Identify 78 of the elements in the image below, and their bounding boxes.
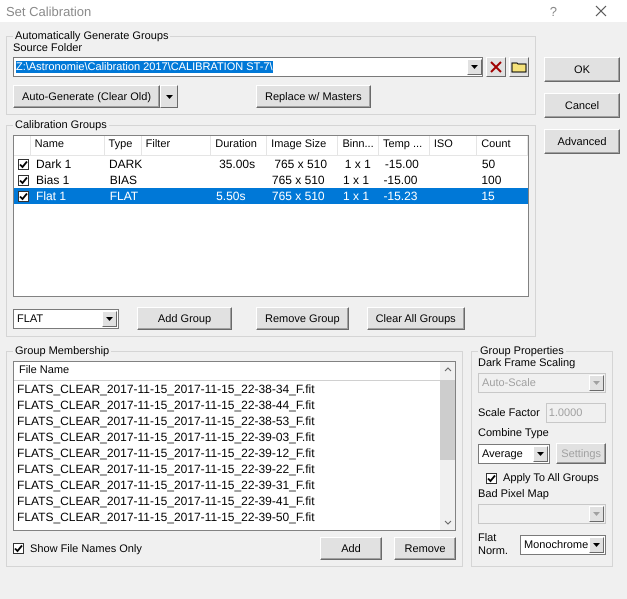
- checkbox-label[interactable]: Show File Names Only: [30, 542, 142, 554]
- column-header[interactable]: Duration: [211, 136, 268, 155]
- table-cell: 50: [482, 157, 496, 171]
- dialog-button[interactable]: OK: [544, 57, 620, 82]
- clear-icon[interactable]: [486, 57, 506, 77]
- source-folder-field[interactable]: Z:\Astronomie\Calibration 2017\CALIBRATION ST-7\: [13, 57, 483, 77]
- table-cell: 100: [481, 173, 502, 187]
- table-cell: 15: [481, 189, 495, 203]
- field-label: Dark Frame Scaling: [478, 357, 576, 369]
- group-button[interactable]: Add Group: [137, 307, 232, 330]
- table-row[interactable]: Flat 1 FLAT 5.50s 765 x 510 1 x 1 -15.23 15: [14, 188, 528, 204]
- table-cell: Dark 1: [36, 157, 72, 171]
- table-cell: DARK: [108, 157, 142, 171]
- file-item[interactable]: FLATS_CLEAR_2017-11-15_2017-11-15_22-39-41_F.fit: [14, 493, 440, 509]
- file-item[interactable]: FLATS_CLEAR_2017-11-15_2017-11-15_22-39-12_F.fit: [14, 445, 440, 461]
- table-cell: 1 x 1: [343, 173, 370, 187]
- table-row[interactable]: Bias 1 BIAS 765 x 510 1 x 1 -15.00 100: [14, 172, 528, 188]
- checkbox[interactable]: [18, 174, 28, 186]
- column-header[interactable]: File Name: [14, 362, 440, 381]
- file-item[interactable]: FLATS_CLEAR_2017-11-15_2017-11-15_22-38-44_F.fit: [14, 397, 440, 413]
- flat-norm-dropdown[interactable]: Monochrome: [520, 535, 606, 555]
- checkbox[interactable]: [13, 543, 24, 554]
- field-label: Bad Pixel Map: [478, 488, 550, 500]
- table-row[interactable]: Dark 1 DARK 35.00s 765 x 510 1 x 1 -15.00 50: [14, 156, 528, 172]
- group-type-dropdown[interactable]: FLAT: [13, 308, 119, 328]
- field-label: Combine Type: [478, 427, 550, 439]
- folder-icon[interactable]: [509, 57, 529, 77]
- table-cell: 5.50s: [216, 189, 246, 203]
- group-title: Group Membership: [14, 345, 110, 357]
- checkbox[interactable]: [18, 158, 28, 170]
- column-header[interactable]: Filter: [142, 136, 212, 155]
- checkbox-label[interactable]: Apply To All Groups: [503, 472, 599, 484]
- combine-type-dropdown[interactable]: Average: [478, 444, 550, 464]
- table-cell: BIAS: [110, 173, 138, 187]
- dialog-button[interactable]: Advanced: [544, 129, 620, 154]
- field-label: Flat Norm.: [478, 532, 509, 558]
- file-item[interactable]: FLATS_CLEAR_2017-11-15_2017-11-15_22-38-53_F.fit: [14, 413, 440, 429]
- table-cell: FLAT: [110, 189, 138, 203]
- column-header[interactable]: Temp ...: [379, 136, 430, 155]
- file-item[interactable]: FLATS_CLEAR_2017-11-15_2017-11-15_22-39-22_F.fit: [14, 461, 440, 477]
- table-cell: 765 x 510: [274, 157, 328, 171]
- scrollbar[interactable]: [440, 362, 455, 530]
- membership-button[interactable]: Remove: [394, 537, 456, 560]
- table-cell: -15.00: [383, 173, 418, 187]
- table-cell: Bias 1: [36, 173, 70, 187]
- table-cell: 765 x 510: [272, 189, 325, 203]
- checkbox[interactable]: [486, 472, 497, 484]
- group-title: Automatically Generate Groups: [14, 30, 170, 42]
- file-item[interactable]: FLATS_CLEAR_2017-11-15_2017-11-15_22-39-31_F.fit: [14, 477, 440, 493]
- group-button[interactable]: Remove Group: [256, 307, 349, 330]
- column-header[interactable]: Type: [104, 136, 142, 155]
- table-cell: Flat 1: [36, 189, 66, 203]
- table-cell: 1 x 1: [344, 157, 371, 171]
- dialog-button[interactable]: Cancel: [544, 93, 620, 118]
- field-label: Scale Factor: [478, 407, 540, 419]
- column-header[interactable]: ISO: [430, 136, 478, 155]
- table-cell: 35.00s: [219, 157, 256, 171]
- table-cell: 765 x 510: [272, 173, 325, 187]
- group-button[interactable]: Clear All Groups: [366, 307, 465, 330]
- table-cell: -15.00: [384, 157, 419, 171]
- file-item[interactable]: FLATS_CLEAR_2017-11-15_2017-11-15_22-39-03_F.fit: [14, 429, 440, 445]
- file-item[interactable]: FLATS_CLEAR_2017-11-15_2017-11-15_22-38-34_F.fit: [14, 381, 440, 397]
- group-title: Calibration Groups: [14, 119, 108, 131]
- auto-generate-button[interactable]: Auto-Generate (Clear Old): [13, 85, 160, 108]
- checkbox[interactable]: [18, 190, 28, 202]
- file-item[interactable]: FLATS_CLEAR_2017-11-15_2017-11-15_22-39-50_F.fit: [14, 509, 440, 525]
- column-header[interactable]: Name: [30, 136, 105, 155]
- membership-button[interactable]: Add: [320, 537, 382, 560]
- column-header[interactable]: Image Size: [267, 136, 338, 155]
- close-icon[interactable]: [595, 5, 607, 17]
- replace-button[interactable]: Replace w/ Masters: [256, 85, 371, 108]
- table-cell: 1 x 1: [343, 189, 370, 203]
- column-header[interactable]: Binn...: [338, 136, 380, 155]
- group-title: Group Properties: [479, 345, 565, 357]
- table-cell: -15.23: [383, 189, 418, 203]
- window-title: Set Calibration: [6, 4, 92, 18]
- field-label: Source Folder: [13, 42, 84, 54]
- column-header[interactable]: Count: [477, 136, 528, 155]
